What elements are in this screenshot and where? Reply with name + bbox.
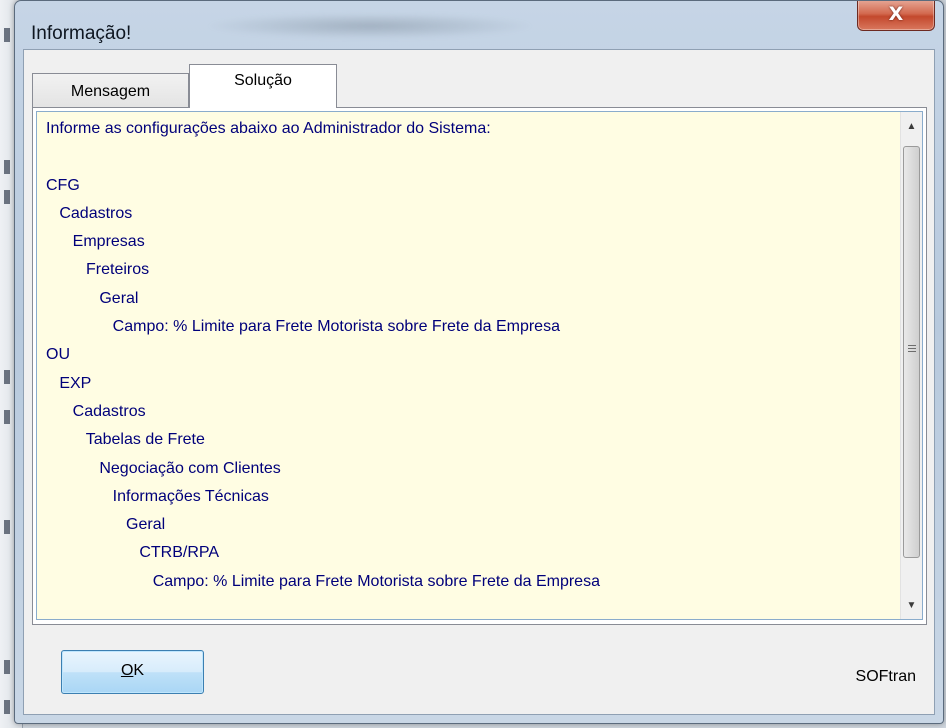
tab-strip: Mensagem Solução <box>32 64 632 108</box>
solution-line: EXP <box>46 374 92 392</box>
brand-label: SOFtran <box>855 668 916 685</box>
solution-line: CTRB/RPA <box>46 544 220 562</box>
solution-line <box>46 143 896 171</box>
solution-line: Freteiros <box>46 261 150 279</box>
solution-line: OU <box>46 346 70 364</box>
ok-label-rest: K <box>133 662 145 679</box>
solution-line: Empresas <box>46 233 145 251</box>
tab-panel-solucao: Informe as configurações abaixo ao Admin… <box>32 107 927 625</box>
scroll-thumb[interactable] <box>903 146 920 558</box>
solution-line: Informe as configurações abaixo ao Admin… <box>46 120 491 137</box>
tab-solucao[interactable]: Solução <box>189 64 337 108</box>
close-icon: X <box>888 3 904 25</box>
solution-line: CFG <box>46 176 80 194</box>
tab-mensagem[interactable]: Mensagem <box>32 73 189 108</box>
grip-icon <box>908 345 916 354</box>
solution-line: Cadastros <box>46 204 133 222</box>
scroll-down-arrow-icon[interactable]: ▼ <box>901 595 922 617</box>
info-dialog: Informação! X Mensagem Solução Informe a… <box>14 0 944 724</box>
solution-line: Campo: % Limite para Frete Motorista sob… <box>46 572 600 590</box>
dialog-title: Informação! <box>31 23 132 44</box>
scroll-up-arrow-icon[interactable]: ▲ <box>901 116 922 138</box>
solution-text-area[interactable]: Informe as configurações abaixo ao Admin… <box>36 111 923 620</box>
solution-text: Informe as configurações abaixo ao Admin… <box>46 115 896 596</box>
ok-button[interactable]: OK <box>61 650 204 694</box>
solution-line: Informações Técnicas <box>46 487 269 505</box>
solution-line: Geral <box>46 516 166 534</box>
solution-line: Tabelas de Frete <box>46 431 205 449</box>
close-button[interactable]: X <box>857 1 935 31</box>
solution-line: Cadastros <box>46 402 146 420</box>
dialog-body: Mensagem Solução Informe as configuraçõe… <box>23 49 935 715</box>
vertical-scrollbar[interactable]: ▲ ▼ <box>900 112 922 619</box>
solution-line: Geral <box>46 289 139 307</box>
solution-line: Campo: % Limite para Frete Motorista sob… <box>46 318 560 336</box>
background-blur <box>205 13 535 39</box>
ok-accelerator: O <box>120 662 134 679</box>
title-bar[interactable]: Informação! X <box>15 1 943 49</box>
solution-line: Negociação com Clientes <box>46 459 281 477</box>
